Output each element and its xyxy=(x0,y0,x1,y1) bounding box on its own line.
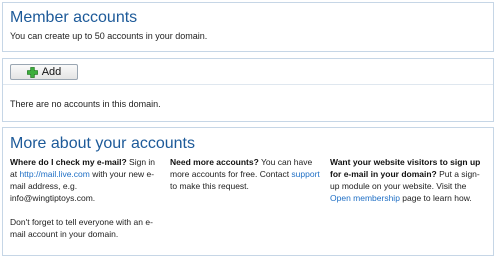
more-accounts-info: Need more accounts? You can have more ac… xyxy=(170,156,320,192)
section-title: More about your accounts xyxy=(10,135,195,152)
more-accounts-text-2: to make this request. xyxy=(170,181,249,191)
empty-accounts-message: There are no accounts in this domain. xyxy=(10,99,161,109)
accounts-list-panel: Add There are no accounts in this domain… xyxy=(2,58,494,122)
add-button[interactable]: Add xyxy=(10,64,78,80)
toolbar-divider xyxy=(3,84,493,85)
page-title: Member accounts xyxy=(10,9,138,26)
check-email-heading: Where do I check my e-mail? xyxy=(10,157,127,167)
tell-everyone-text: Don't forget to tell everyone with an e-… xyxy=(10,217,153,239)
support-link[interactable]: support xyxy=(291,169,319,179)
mail-live-link[interactable]: http://mail.live.com xyxy=(19,169,89,179)
accounts-limit-text: You can create up to 50 accounts in your… xyxy=(10,31,208,41)
signup-module-info: Want your website visitors to sign up fo… xyxy=(330,156,488,204)
member-accounts-panel: Member accounts You can create up to 50 … xyxy=(2,2,494,52)
signup-text-2: page to learn how. xyxy=(399,193,472,203)
add-button-label: Add xyxy=(41,66,62,78)
plus-icon xyxy=(26,66,38,78)
more-accounts-heading: Need more accounts? xyxy=(170,157,259,167)
open-membership-link[interactable]: Open membership xyxy=(330,193,400,203)
check-email-info: Where do I check my e-mail? Sign in at h… xyxy=(10,156,163,240)
more-info-panel: More about your accounts Where do I chec… xyxy=(2,127,494,256)
